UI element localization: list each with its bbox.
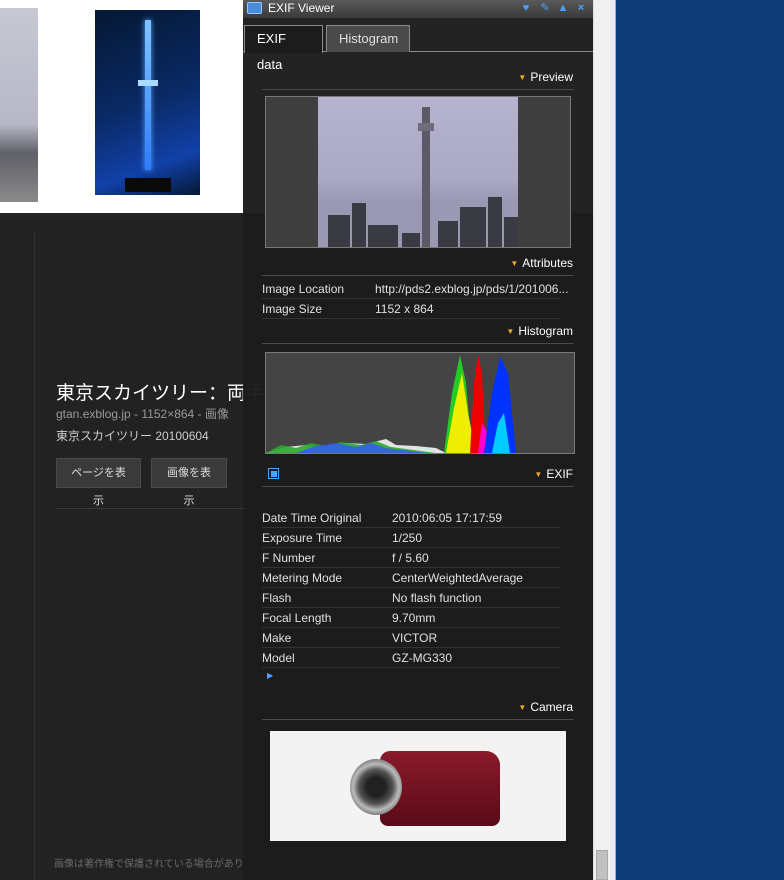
preview-building — [352, 203, 366, 247]
exif-key: Date Time Original — [262, 511, 362, 525]
exif-key: Metering Mode — [262, 571, 343, 585]
camera-image — [270, 731, 566, 841]
camera-section-toggle[interactable]: ▼ Camera — [518, 699, 573, 715]
histogram-graph — [265, 352, 575, 454]
section-divider — [262, 486, 574, 487]
tab-exif-data[interactable]: EXIF data — [244, 25, 323, 72]
section-divider — [262, 719, 574, 720]
attributes-section-toggle[interactable]: ▼ Attributes — [510, 255, 573, 271]
preview-section-toggle[interactable]: ▼ Preview — [518, 69, 573, 85]
result-description: 東京スカイツリー 20100604 — [56, 429, 209, 443]
attribute-value[interactable]: http://pds2.exblog.jp/pds/1/201006... — [375, 279, 573, 299]
tab-histogram[interactable]: Histogram — [326, 25, 410, 52]
thumbnail-tower-image[interactable] — [50, 8, 240, 202]
preview-building — [488, 197, 502, 247]
close-icon[interactable]: × — [574, 1, 588, 15]
camera-section-label: Camera — [530, 700, 573, 714]
collapse-triangle-icon: ▼ — [534, 470, 543, 479]
view-image-button[interactable]: 画像を表示 — [151, 458, 227, 507]
exif-key: Focal Length — [262, 611, 332, 625]
exif-value: 9.70mm — [392, 611, 436, 625]
exif-key: F Number — [262, 551, 316, 565]
exif-key: Model — [262, 651, 295, 665]
exif-key: Make — [262, 631, 292, 645]
window-border — [610, 0, 616, 880]
tower-mast — [145, 20, 151, 170]
exif-row: Date Time Original 2010:06:05 17:17:59 — [262, 508, 560, 528]
exif-section-label: EXIF — [546, 467, 573, 481]
copy-icon[interactable] — [268, 468, 279, 479]
attribute-row: Image Location http://pds2.exblog.jp/pds… — [262, 279, 568, 299]
expand-triangle-icon[interactable]: ▶ — [267, 671, 273, 680]
browser-scrollbar[interactable] — [593, 0, 610, 880]
panel-titlebar: EXIF Viewer ♥ ✎ ▲ × — [243, 0, 593, 18]
preview-frame — [265, 96, 571, 248]
exif-row: F Number f / 5.60 — [262, 548, 560, 568]
collapse-triangle-icon: ▼ — [518, 703, 527, 712]
histogram-section-toggle[interactable]: ▼ Histogram — [506, 323, 573, 339]
preview-building — [368, 225, 398, 247]
wrench-icon[interactable]: ✎ — [538, 1, 552, 15]
preview-section-label: Preview — [530, 70, 573, 84]
collapse-triangle-icon: ▼ — [510, 259, 519, 268]
thumbnail-city-image[interactable] — [0, 8, 38, 202]
collapse-triangle-icon: ▼ — [506, 327, 515, 336]
exif-value: CenterWeightedAverage — [392, 571, 523, 585]
exif-viewer-panel: EXIF Viewer ♥ ✎ ▲ × EXIF data Histogram … — [243, 0, 593, 880]
exif-row: Flash No flash function — [262, 588, 560, 608]
result-source: gtan.exblog.jp - 1152×864 - 画像 — [56, 407, 229, 421]
preview-image — [318, 97, 518, 247]
collapse-triangle-icon: ▼ — [518, 73, 527, 82]
tower-night-image — [95, 10, 200, 195]
camcorder-lens — [350, 759, 402, 815]
histogram-svg — [266, 355, 516, 453]
exif-value: 2010:06:05 17:17:59 — [392, 511, 503, 525]
exif-value: GZ-MG330 — [392, 651, 453, 665]
exif-value: f / 5.60 — [392, 551, 429, 565]
exif-value: VICTOR — [392, 631, 438, 645]
attribute-key: Image Size — [262, 302, 323, 316]
section-divider — [262, 89, 574, 90]
preview-building — [504, 217, 518, 247]
exif-key: Flash — [262, 591, 292, 605]
exif-value: No flash function — [392, 591, 482, 605]
exif-row: Model GZ-MG330 — [262, 648, 560, 668]
exif-value: 1/250 — [392, 531, 423, 545]
tower-base — [125, 178, 171, 192]
preview-building — [460, 207, 486, 247]
copyright-notice: 画像は著作権で保護されている場合があります。 — [54, 859, 273, 870]
gutter-divider — [34, 232, 35, 880]
tower-deck — [138, 80, 158, 86]
camera-app-icon — [247, 2, 262, 14]
preview-building — [438, 221, 458, 247]
exif-row: Metering Mode CenterWeightedAverage — [262, 568, 560, 588]
exif-row: Exposure Time 1/250 — [262, 528, 560, 548]
preview-building — [402, 233, 420, 247]
attribute-value: 1152 x 864 — [375, 302, 434, 316]
preview-building — [328, 215, 350, 247]
preview-tower-deck — [418, 123, 434, 131]
section-divider — [262, 343, 574, 344]
attributes-section-label: Attributes — [522, 256, 573, 270]
heart-icon[interactable]: ♥ — [519, 1, 533, 15]
exif-section-toggle[interactable]: ▼ EXIF — [534, 466, 573, 482]
exif-row: Focal Length 9.70mm — [262, 608, 560, 628]
warning-icon[interactable]: ▲ — [556, 1, 570, 15]
tab-bar: EXIF data Histogram — [243, 24, 593, 72]
panel-title: EXIF Viewer — [268, 1, 335, 15]
section-divider — [262, 275, 574, 276]
exif-key: Exposure Time — [262, 531, 343, 545]
exif-row: Make VICTOR — [262, 628, 560, 648]
scrollbar-thumb[interactable] — [596, 850, 608, 880]
histogram-section-label: Histogram — [518, 324, 573, 338]
view-page-button[interactable]: ページを表示 — [56, 458, 141, 507]
attribute-row: Image Size 1152 x 864 — [262, 299, 560, 319]
attribute-key: Image Location — [262, 282, 345, 296]
